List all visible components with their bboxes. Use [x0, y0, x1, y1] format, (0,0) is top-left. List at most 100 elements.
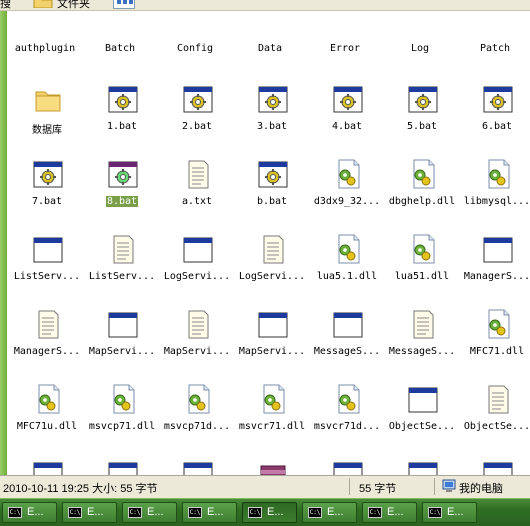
file-item[interactable]: d3dx9_32... [309, 158, 385, 228]
search-button[interactable]: 搜 [0, 0, 11, 10]
exe-window-icon [108, 458, 138, 475]
text-file-icon [258, 233, 288, 265]
file-item[interactable]: libmysql... [459, 158, 530, 228]
file-item[interactable]: lua5.1.dll [309, 233, 385, 303]
file-item[interactable]: ListServ... [9, 233, 85, 303]
taskbar-button-label: E... [447, 506, 464, 518]
dll-file-icon [483, 308, 513, 340]
file-view[interactable]: authplugin Batch Config Data Error Log Patch 数据… [7, 11, 530, 475]
folder-item-data[interactable]: Data [235, 43, 305, 54]
file-item[interactable]: msvcp71.dll [84, 383, 160, 453]
exe-window-icon [333, 458, 363, 475]
dll-file-icon [408, 233, 438, 265]
file-item[interactable]: ObjectSe... [459, 383, 530, 453]
file-name: msvcp71d... [163, 421, 231, 432]
bat-file-icon [33, 158, 63, 190]
file-item[interactable] [84, 458, 160, 475]
file-item[interactable] [159, 458, 235, 475]
file-item[interactable]: ListServ... [84, 233, 160, 303]
exe-window-icon [483, 458, 513, 475]
file-item[interactable]: 4.bat [309, 83, 385, 153]
file-item[interactable]: ObjectSe... [384, 383, 460, 453]
taskbar-button[interactable]: C:\ E... [62, 502, 117, 523]
folder-item-error[interactable]: Error [310, 43, 380, 54]
folder-item-config[interactable]: Config [160, 43, 230, 54]
bat-file-icon [333, 83, 363, 115]
file-item[interactable]: a.txt [159, 158, 235, 228]
dll-file-icon [333, 158, 363, 190]
file-item[interactable]: 6.bat [459, 83, 530, 153]
dll-file-icon [108, 383, 138, 415]
file-item[interactable]: 3.bat [234, 83, 310, 153]
file-item[interactable]: ManagerS... [459, 233, 530, 303]
taskbar-button[interactable]: C:\ E... [182, 502, 237, 523]
file-item[interactable]: MapServi... [159, 308, 235, 378]
file-item[interactable] [9, 458, 85, 475]
bat-file-icon [183, 83, 213, 115]
dll-file-icon [258, 383, 288, 415]
file-item[interactable]: ManagerS... [9, 308, 85, 378]
file-item[interactable]: MessageS... [309, 308, 385, 378]
file-item[interactable]: dbghelp.dll [384, 158, 460, 228]
command-prompt-icon: C:\ [128, 507, 142, 518]
file-item[interactable]: msvcp71d... [159, 383, 235, 453]
status-divider [434, 478, 435, 495]
folder-item-authplugin[interactable]: authplugin [10, 43, 80, 54]
folder-item-log[interactable]: Log [385, 43, 455, 54]
file-name: 3.bat [256, 121, 288, 132]
my-computer-icon [442, 479, 456, 492]
exe-window-icon [33, 458, 63, 475]
file-name: a.txt [181, 196, 213, 207]
file-item[interactable]: lua51.dll [384, 233, 460, 303]
file-item[interactable] [234, 458, 310, 475]
taskbar-button-label: E... [87, 506, 104, 518]
file-item[interactable]: msvcr71.dll [234, 383, 310, 453]
file-name: b.bat [256, 196, 288, 207]
exe-window-icon [333, 308, 363, 340]
file-item[interactable]: 1.bat [84, 83, 160, 153]
file-item[interactable]: MFC71u.dll [9, 383, 85, 453]
file-item[interactable]: MapServi... [234, 308, 310, 378]
dll-file-icon [408, 158, 438, 190]
file-item[interactable]: 7.bat [9, 158, 85, 228]
file-item[interactable]: MessageS... [384, 308, 460, 378]
file-item[interactable]: MapServi... [84, 308, 160, 378]
taskbar-button[interactable]: C:\ E... [362, 502, 417, 523]
file-name: ManagerS... [13, 346, 81, 357]
taskbar-button[interactable]: C:\ E... [122, 502, 177, 523]
file-name: ObjectSe... [463, 421, 530, 432]
views-button[interactable] [113, 0, 135, 9]
folder-item-batch[interactable]: Batch [85, 43, 155, 54]
taskbar-button[interactable]: C:\ E... [302, 502, 357, 523]
taskbar-button-label: E... [147, 506, 164, 518]
file-item[interactable]: b.bat [234, 158, 310, 228]
file-item-selected[interactable]: 8.bat [84, 158, 160, 228]
dll-file-icon [333, 383, 363, 415]
file-name: dbghelp.dll [388, 196, 456, 207]
bat-file-icon [258, 83, 288, 115]
taskbar-button[interactable]: C:\ E... [422, 502, 477, 523]
file-name: MFC71.dll [469, 346, 525, 357]
file-item[interactable]: LogServi... [159, 233, 235, 303]
exe-window-icon [183, 458, 213, 475]
file-name: lua51.dll [394, 271, 450, 282]
text-file-icon [33, 308, 63, 340]
file-item[interactable]: MFC71.dll [459, 308, 530, 378]
taskbar-button[interactable]: C:\ E... [2, 502, 57, 523]
file-item[interactable]: LogServi... [234, 233, 310, 303]
file-item[interactable]: 2.bat [159, 83, 235, 153]
file-item[interactable] [309, 458, 385, 475]
taskbar-button[interactable]: C:\ E... [242, 502, 297, 523]
file-item[interactable] [384, 458, 460, 475]
folders-button[interactable]: 文件夹 [57, 0, 90, 10]
file-item[interactable]: 5.bat [384, 83, 460, 153]
file-item[interactable]: 数据库 [9, 83, 85, 153]
file-name: LogServi... [163, 271, 231, 282]
file-item[interactable] [459, 458, 530, 475]
bat-file-icon [108, 83, 138, 115]
folder-item-patch[interactable]: Patch [460, 43, 530, 54]
file-item[interactable]: msvcr71d... [309, 383, 385, 453]
file-name: msvcp71.dll [88, 421, 156, 432]
exe-window-icon [258, 308, 288, 340]
file-name: MapServi... [88, 346, 156, 357]
